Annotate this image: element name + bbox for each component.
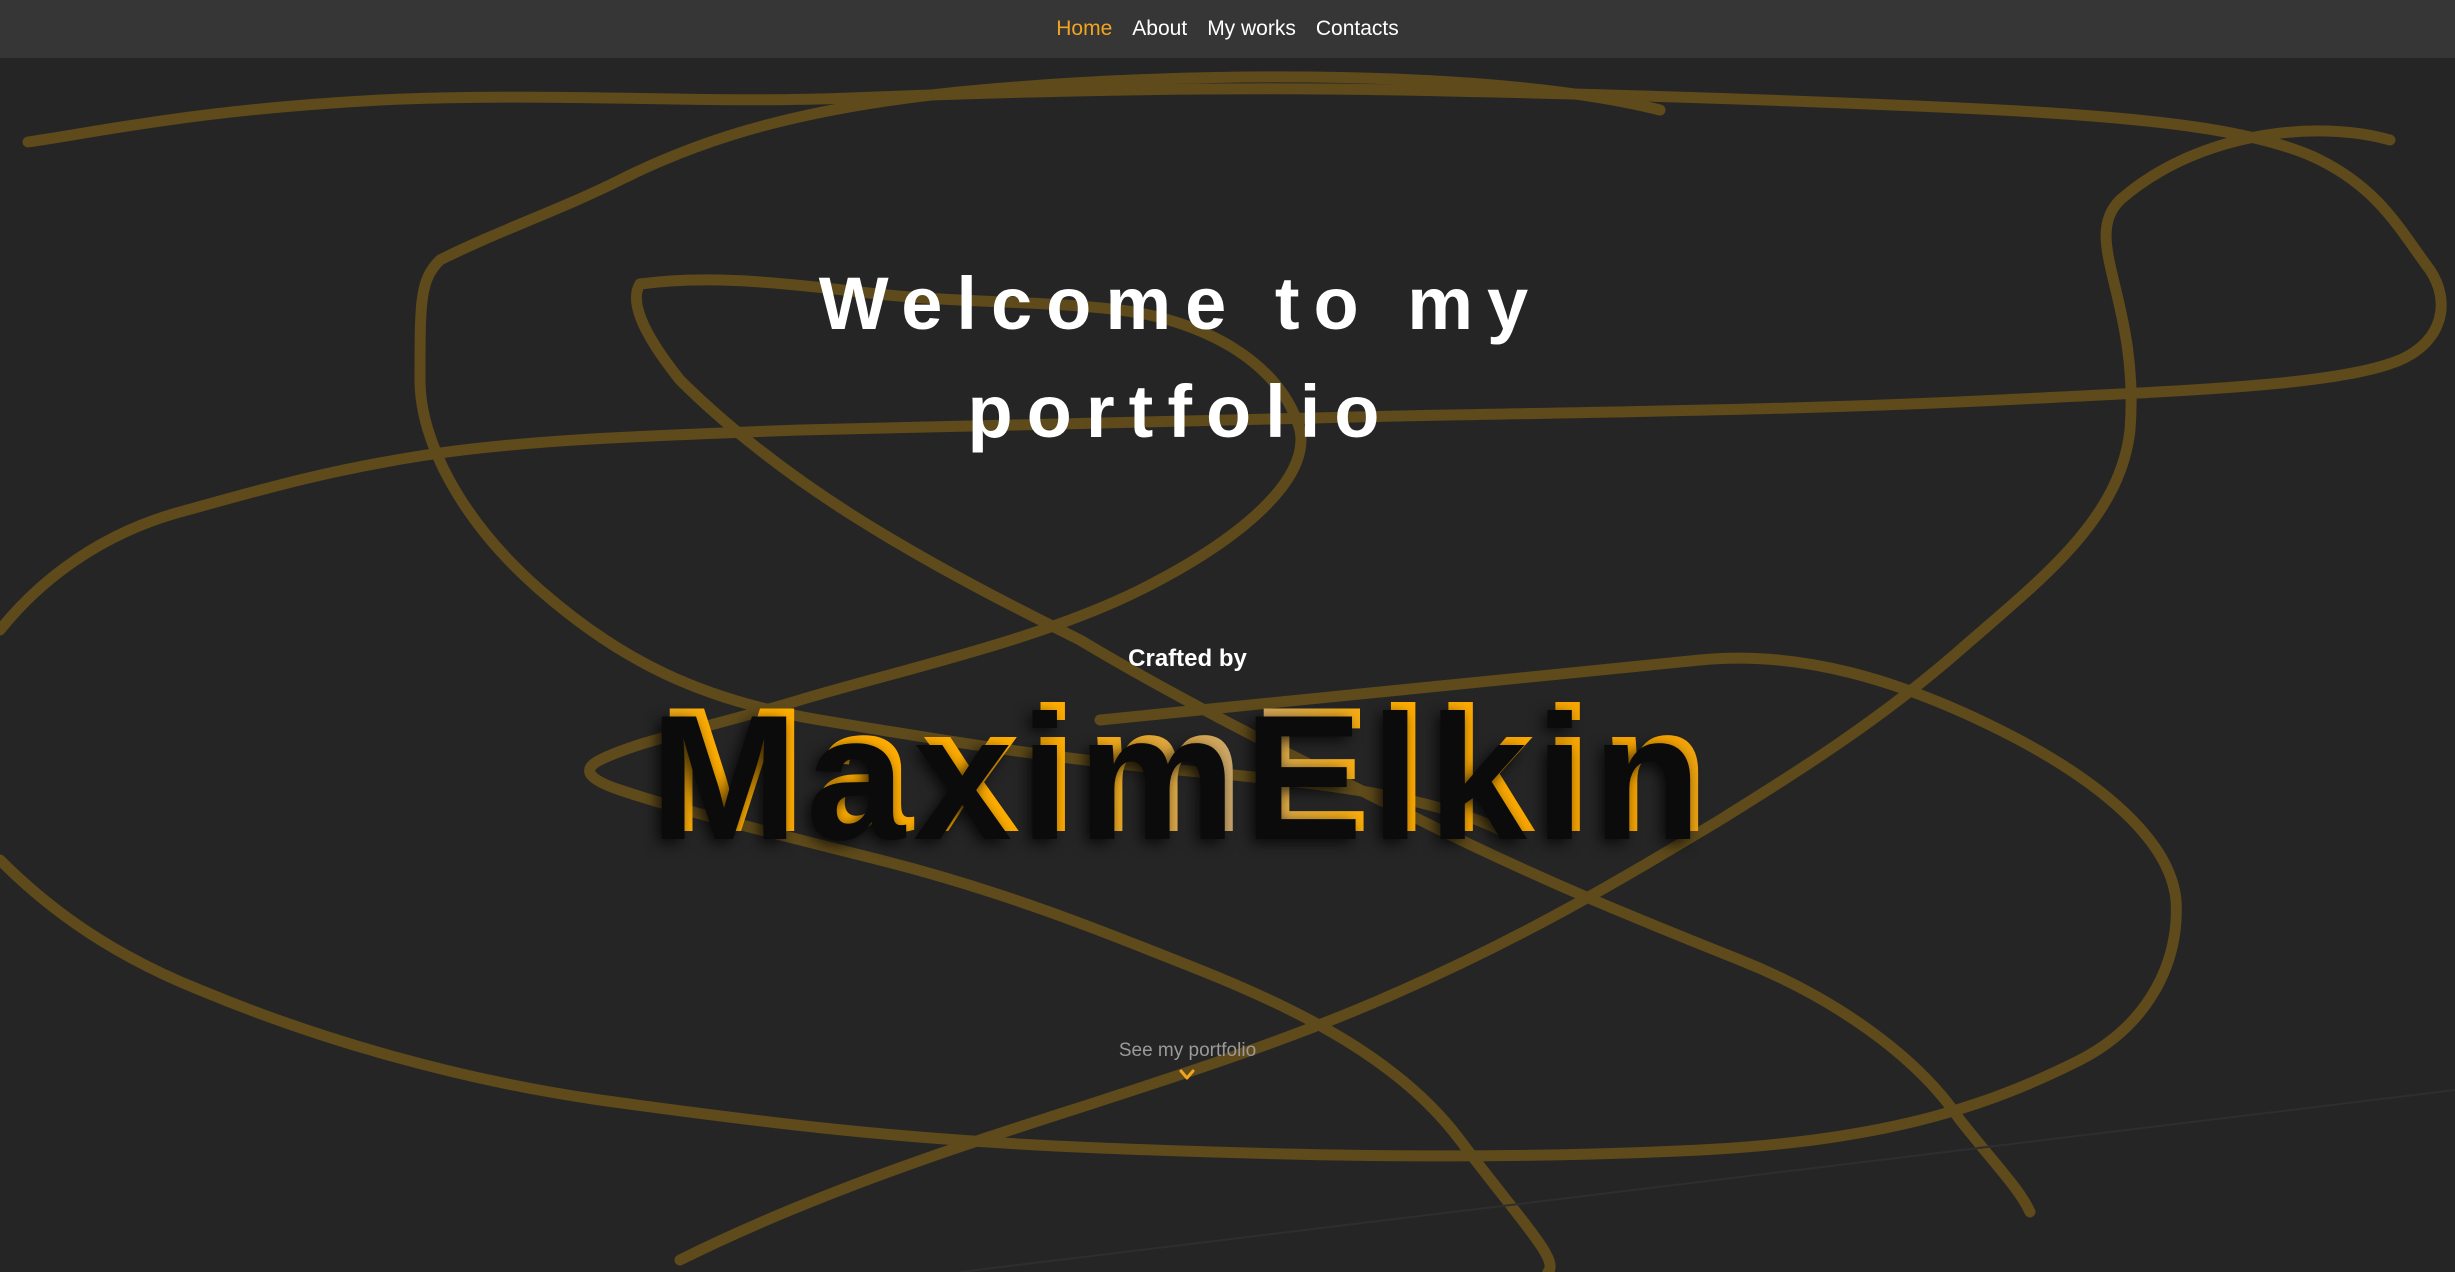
page: Home About My works Contacts Welcome to … xyxy=(0,0,2455,1272)
scribble-background xyxy=(0,71,2447,1272)
nav-home-link[interactable]: Home xyxy=(1056,17,1112,41)
crafted-by-label: Crafted by xyxy=(1128,645,1247,672)
author-name: MaximElkin xyxy=(0,670,2375,870)
see-portfolio-link[interactable]: See my portfolio xyxy=(0,1040,2375,1062)
nav-contacts-link[interactable]: Contacts xyxy=(1316,17,1399,41)
hero-title: Welcome to my portfolio xyxy=(0,250,2361,466)
hero-title-line-1: Welcome to my xyxy=(818,262,1543,345)
nav-my-works-link[interactable]: My works xyxy=(1207,17,1296,41)
hero-title-line-2: portfolio xyxy=(967,370,1394,453)
nav-about-link[interactable]: About xyxy=(1132,17,1187,41)
chevron-down-icon[interactable] xyxy=(1179,1068,1195,1082)
top-navigation: Home About My works Contacts xyxy=(0,0,2455,58)
